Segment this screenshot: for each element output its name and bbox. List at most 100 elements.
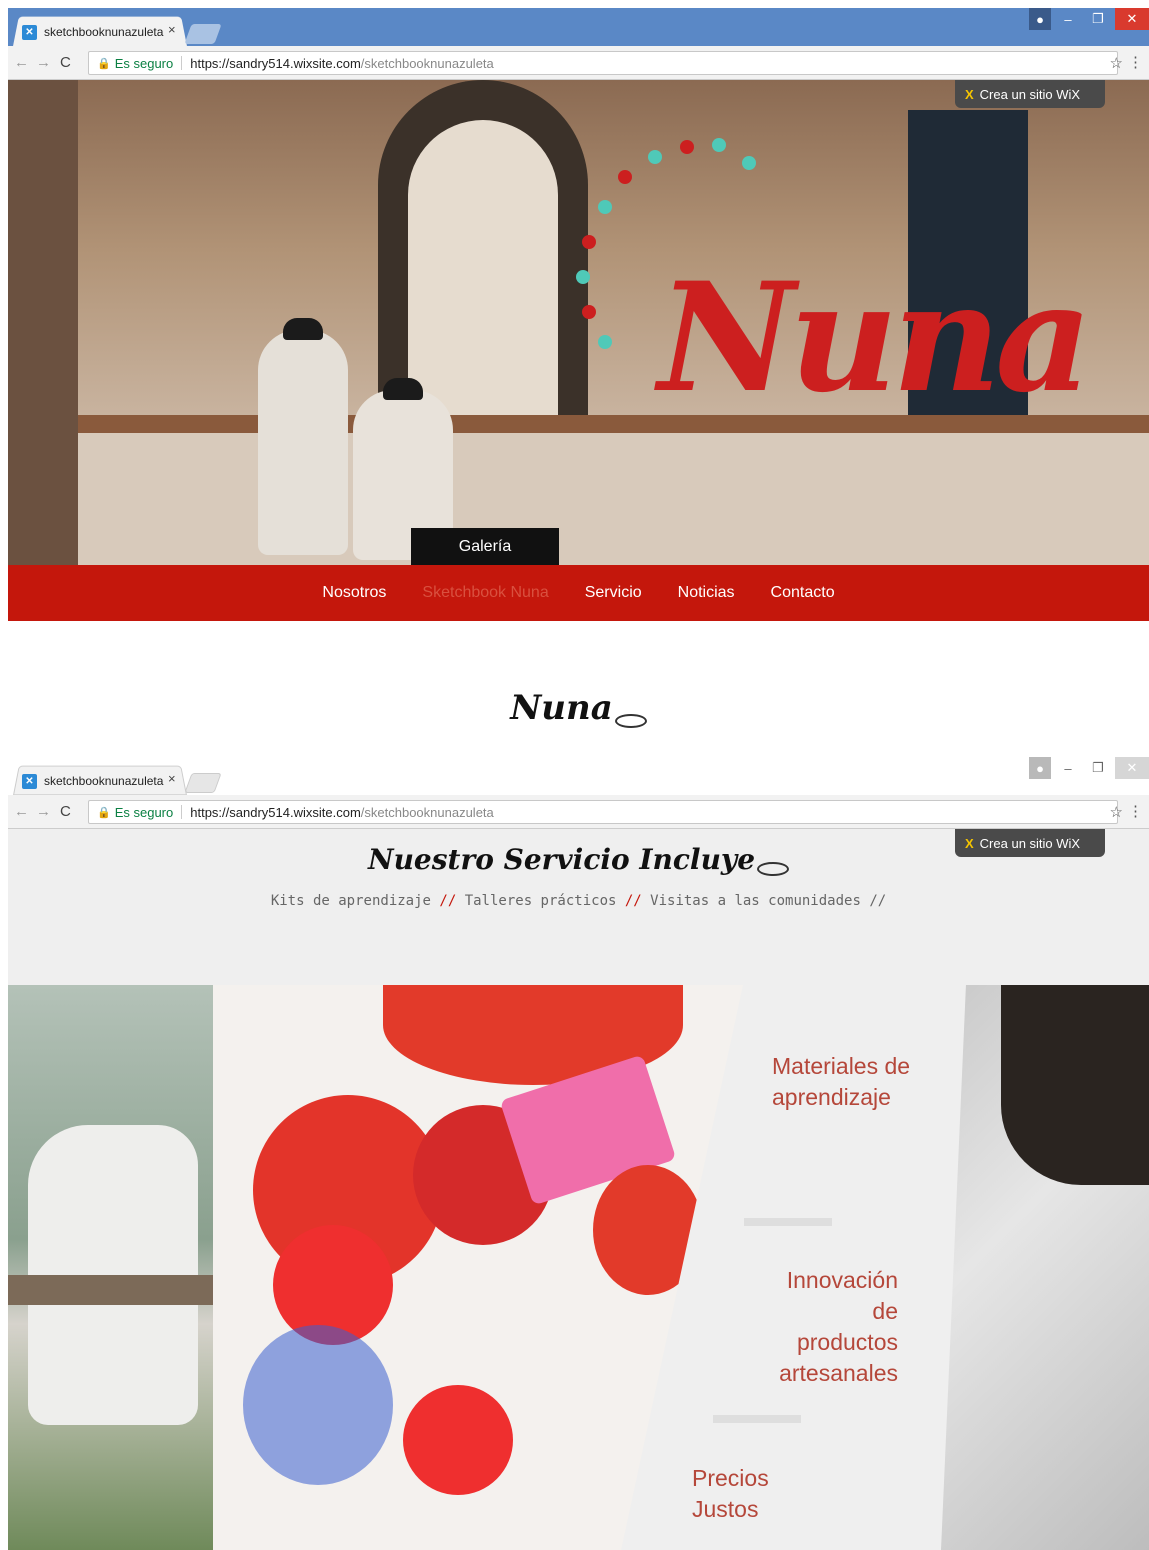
feature-line: Materiales de bbox=[772, 1053, 911, 1079]
wix-x-icon: X bbox=[965, 86, 974, 102]
hero-banner: Nuna bbox=[8, 80, 1149, 565]
browser-window-top: ✕ sketchbooknunazuleta × ● – ❐ ✕ ← → C 🔒… bbox=[8, 8, 1149, 757]
new-tab-button[interactable] bbox=[184, 773, 222, 793]
browser-menu-icon[interactable]: ⋮ bbox=[1128, 802, 1143, 820]
window-controls: ● – ❐ ✕ bbox=[1029, 8, 1149, 30]
embroidery-pattern bbox=[243, 1325, 393, 1485]
bookmark-star-icon[interactable]: ☆ bbox=[1110, 54, 1123, 72]
service-kits: Kits de aprendizaje bbox=[270, 893, 431, 909]
logo-dot bbox=[582, 235, 596, 249]
tab-close-icon[interactable]: × bbox=[168, 771, 176, 786]
logo-dot bbox=[618, 170, 632, 184]
restore-icon[interactable]: ❐ bbox=[1085, 757, 1111, 779]
logo-dot bbox=[598, 200, 612, 214]
hero-floor bbox=[78, 433, 1149, 565]
main-menu: Nosotros Sketchbook Nuna Servicio Notici… bbox=[8, 565, 1149, 621]
restore-icon[interactable]: ❐ bbox=[1085, 8, 1111, 30]
window-controls: ● – ❐ ✕ bbox=[1029, 757, 1149, 779]
section-title-nuna: Nuna bbox=[8, 688, 1149, 728]
reload-icon[interactable]: C bbox=[60, 803, 71, 820]
url-field[interactable]: 🔒 Es seguro https://sandry514.wixsite.co… bbox=[88, 800, 1118, 824]
menu-item-servicio[interactable]: Servicio bbox=[585, 584, 642, 602]
tab-content: ✕ sketchbooknunazuleta bbox=[22, 21, 163, 43]
logo-dot bbox=[680, 140, 694, 154]
forward-icon[interactable]: → bbox=[36, 803, 51, 820]
tab-bar: ✕ sketchbooknunazuleta × ● – ❐ ✕ bbox=[8, 8, 1149, 47]
bookmark-star-icon[interactable]: ☆ bbox=[1110, 803, 1123, 821]
browser-window-bottom: ✕ sketchbooknunazuleta × ● – ❐ ✕ ← → C 🔒… bbox=[8, 757, 1149, 1550]
section-title-text: Nuna bbox=[510, 688, 613, 728]
tab-bar: ✕ sketchbooknunazuleta × ● – ❐ ✕ bbox=[8, 757, 1149, 796]
service-section: Nuestro Servicio Incluye Kits de aprendi… bbox=[8, 829, 1149, 1550]
logo-dot bbox=[576, 270, 590, 284]
minimize-icon[interactable]: – bbox=[1055, 8, 1081, 30]
user-profile-icon[interactable]: ● bbox=[1029, 757, 1051, 779]
forward-icon[interactable]: → bbox=[36, 54, 51, 71]
fence-shape bbox=[8, 1275, 213, 1305]
address-bar: ← → C 🔒 Es seguro https://sandry514.wixs… bbox=[8, 46, 1149, 80]
service-visitas: Visitas a las comunidades bbox=[650, 893, 861, 909]
wix-x-icon: X bbox=[965, 835, 974, 851]
lock-icon: 🔒 bbox=[97, 57, 111, 70]
feature-line: Precios bbox=[692, 1465, 769, 1491]
feature-divider bbox=[713, 1415, 801, 1423]
secure-label: Es seguro bbox=[114, 804, 174, 820]
wix-favicon-icon: ✕ bbox=[22, 773, 37, 789]
service-separator: // bbox=[869, 893, 887, 909]
logo-dot bbox=[582, 305, 596, 319]
feature-line: productos bbox=[796, 1329, 898, 1356]
embroidery-flower bbox=[403, 1385, 513, 1495]
secure-label: Es seguro bbox=[114, 55, 174, 71]
nuna-logo: Nuna bbox=[658, 250, 1092, 426]
tab-title: sketchbooknunazuleta bbox=[44, 25, 164, 39]
service-talleres: Talleres prácticos bbox=[464, 893, 617, 909]
leaf-ornament-icon bbox=[614, 714, 647, 728]
url-host: https://sandry514.wixsite.com bbox=[190, 804, 361, 820]
logo-dot bbox=[598, 335, 612, 349]
back-icon[interactable]: ← bbox=[14, 803, 29, 820]
feature-line: Innovación de bbox=[786, 1267, 898, 1325]
wix-create-site-badge[interactable]: X Crea un sitio WiX bbox=[955, 80, 1105, 108]
tab-title: sketchbooknunazuleta bbox=[44, 774, 164, 788]
service-title-text: Nuestro Servicio Incluye bbox=[367, 843, 756, 876]
menu-item-sketchbook[interactable]: Sketchbook Nuna bbox=[422, 584, 548, 602]
hat-left bbox=[283, 318, 323, 340]
feature-divider bbox=[744, 1218, 832, 1226]
logo-dot bbox=[712, 138, 726, 152]
url-path: /sketchbooknunazuleta bbox=[360, 804, 494, 820]
feature-line: Justos bbox=[692, 1496, 759, 1523]
logo-dot bbox=[648, 150, 662, 164]
window-close-icon[interactable]: ✕ bbox=[1115, 757, 1149, 779]
url-path: /sketchbooknunazuleta bbox=[360, 55, 494, 71]
hero-archway-inner bbox=[408, 120, 558, 440]
address-bar: ← → C 🔒 Es seguro https://sandry514.wixs… bbox=[8, 795, 1149, 829]
new-tab-button[interactable] bbox=[184, 24, 222, 44]
service-subtitle: Kits de aprendizaje // Talleres práctico… bbox=[8, 893, 1149, 909]
lock-icon: 🔒 bbox=[97, 806, 111, 819]
portrait-photo bbox=[941, 985, 1149, 1550]
tab-close-icon[interactable]: × bbox=[168, 22, 176, 37]
wix-badge-label: Crea un sitio WiX bbox=[979, 835, 1081, 851]
menu-item-nosotros[interactable]: Nosotros bbox=[322, 584, 386, 602]
tab-content: ✕ sketchbooknunazuleta bbox=[22, 770, 163, 792]
reload-icon[interactable]: C bbox=[60, 54, 71, 71]
back-icon[interactable]: ← bbox=[14, 54, 29, 71]
hero-wall bbox=[8, 80, 78, 565]
window-close-icon[interactable]: ✕ bbox=[1115, 8, 1149, 30]
menu-item-noticias[interactable]: Noticias bbox=[678, 584, 735, 602]
gallery-label[interactable]: Galería bbox=[411, 528, 559, 565]
browser-menu-icon[interactable]: ⋮ bbox=[1128, 53, 1143, 71]
portrait-hair bbox=[1001, 985, 1149, 1185]
url-field[interactable]: 🔒 Es seguro https://sandry514.wixsite.co… bbox=[88, 51, 1118, 75]
service-separator: // bbox=[439, 893, 457, 909]
feature-innovacion: Innovación de productos artesanales bbox=[758, 1265, 898, 1389]
feature-materiales: Materiales de aprendizaje bbox=[772, 1051, 910, 1113]
url-separator bbox=[181, 805, 183, 819]
user-profile-icon[interactable]: ● bbox=[1029, 8, 1051, 30]
feature-line: aprendizaje bbox=[772, 1084, 891, 1111]
hero-woman-left bbox=[258, 330, 348, 555]
minimize-icon[interactable]: – bbox=[1055, 757, 1081, 779]
menu-item-contacto[interactable]: Contacto bbox=[771, 584, 835, 602]
feature-precios: Precios Justos bbox=[692, 1463, 769, 1525]
wix-create-site-badge[interactable]: X Crea un sitio WiX bbox=[955, 829, 1105, 857]
